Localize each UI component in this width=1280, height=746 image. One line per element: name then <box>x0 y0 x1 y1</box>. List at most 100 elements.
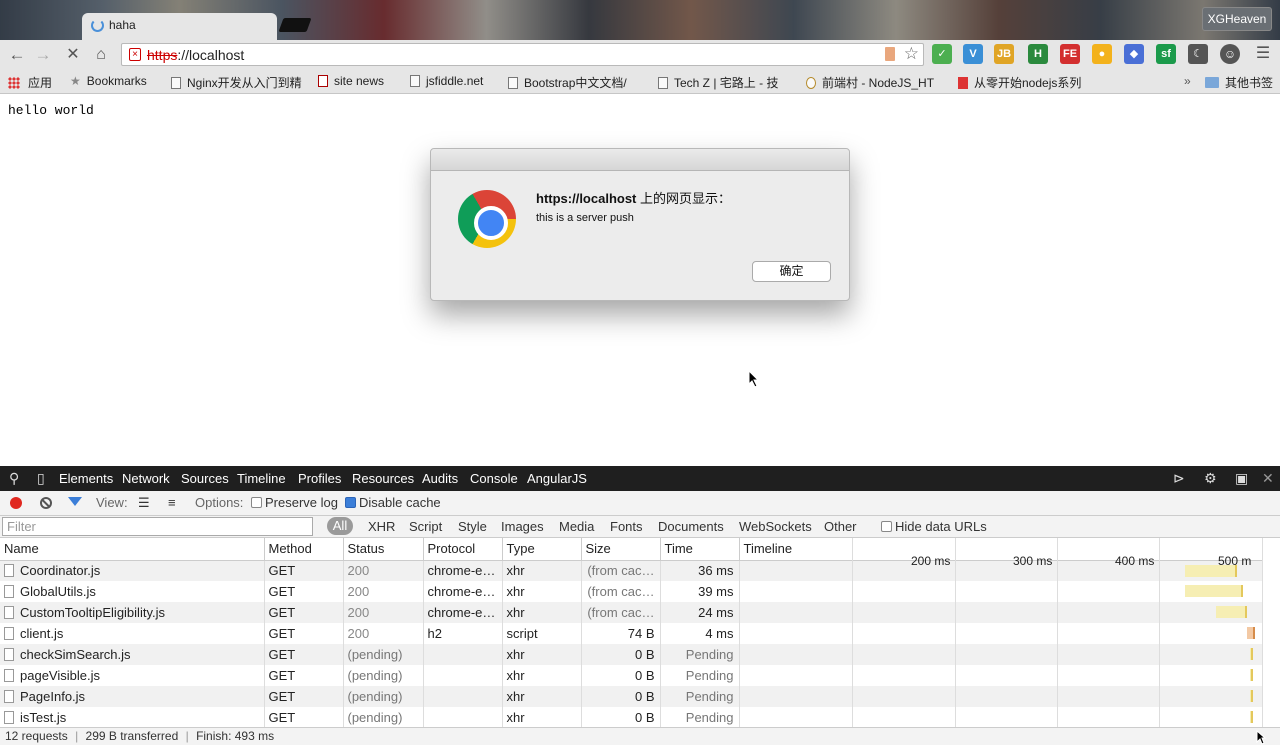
bookmark-apps[interactable]: 应用 <box>8 74 52 91</box>
forward-arrow-icon[interactable]: → <box>32 44 54 66</box>
dock-side-icon[interactable]: ▣ <box>1235 470 1248 487</box>
bookmark-nginx[interactable]: Nginx开发从入门到精 <box>171 74 302 91</box>
request-name: checkSimSearch.js <box>0 644 265 665</box>
request-method: GET <box>264 623 344 644</box>
table-row[interactable]: client.js GET 200 h2 script 74 B4 ms <box>0 623 1263 644</box>
ext-pear-icon[interactable]: ● <box>1092 44 1112 64</box>
gear-icon[interactable]: ⚙ <box>1204 470 1217 487</box>
avatar-bot-icon[interactable]: ☺ <box>1220 44 1240 64</box>
bookmarks-overflow-button[interactable]: » <box>1184 74 1191 88</box>
stop-icon[interactable]: ✕ <box>62 44 84 66</box>
request-timeline <box>739 581 1263 602</box>
filter-fonts[interactable]: Fonts <box>610 519 643 534</box>
bookmark-bootstrap[interactable]: Bootstrap中文文档/ <box>508 74 627 91</box>
column-header-name[interactable]: Name <box>0 538 265 561</box>
checkbox-checked-icon <box>345 497 356 508</box>
preserve-log-checkbox[interactable]: Preserve log <box>251 495 338 510</box>
filter-input[interactable]: Filter <box>2 517 313 536</box>
filter-media[interactable]: Media <box>559 519 594 534</box>
ext-h-icon[interactable]: H <box>1028 44 1048 64</box>
record-icon[interactable] <box>10 497 22 509</box>
ext-jb-icon[interactable]: JB <box>994 44 1014 64</box>
bookmark-qianduancun[interactable]: 前端村 - NodeJS_HT <box>806 74 934 91</box>
request-protocol <box>423 665 503 686</box>
filter-xhr[interactable]: XHR <box>368 519 395 534</box>
column-header-timeline[interactable]: Timeline <box>739 538 1263 561</box>
back-arrow-icon[interactable]: ← <box>6 44 28 66</box>
request-timeline <box>739 602 1263 623</box>
clear-icon[interactable] <box>40 497 52 509</box>
tab-resources[interactable]: Resources <box>352 471 414 486</box>
address-bar[interactable]: × https://localhost ☆ <box>121 43 924 66</box>
bookmark-site-news[interactable]: site news <box>318 74 384 88</box>
column-header-size[interactable]: Size <box>581 538 661 561</box>
filter-funnel-icon[interactable] <box>68 497 82 506</box>
tab-sources[interactable]: Sources <box>181 471 229 486</box>
tab-timeline[interactable]: Timeline <box>237 471 286 486</box>
filter-images[interactable]: Images <box>501 519 544 534</box>
home-icon[interactable]: ⌂ <box>90 44 112 66</box>
filter-websockets[interactable]: WebSockets <box>739 519 812 534</box>
profile-button[interactable]: XGHeaven <box>1202 7 1272 31</box>
ext-moon-icon[interactable]: ☾ <box>1188 44 1208 64</box>
bookmark-star-icon[interactable]: ☆ <box>904 44 919 64</box>
request-protocol: h2 <box>423 623 503 644</box>
html5-icon[interactable] <box>885 47 895 61</box>
tab-angularjs[interactable]: AngularJS <box>527 471 587 486</box>
table-scrollbar[interactable] <box>1262 538 1280 727</box>
ext-tool-icon[interactable]: ◆ <box>1124 44 1144 64</box>
request-protocol: chrome-e… <box>423 602 503 623</box>
table-row[interactable]: Coordinator.js GET 200 chrome-e… xhr (from ca… <box>0 560 1263 581</box>
request-method: GET <box>264 560 344 581</box>
tab-profiles[interactable]: Profiles <box>298 471 341 486</box>
timeline-gridline <box>852 538 853 728</box>
browser-tab[interactable]: haha <box>82 13 277 40</box>
column-header-time[interactable]: Time <box>660 538 740 561</box>
ext-fe-icon[interactable]: FE <box>1060 44 1080 64</box>
table-row[interactable]: GlobalUtils.js GET 200 chrome-e… xhr (from ca… <box>0 581 1263 602</box>
tab-elements[interactable]: Elements <box>59 471 113 486</box>
new-tab-button[interactable] <box>278 18 312 32</box>
device-mode-icon[interactable]: ▯ <box>37 470 45 487</box>
request-protocol: chrome-e… <box>423 581 503 602</box>
filter-all[interactable]: All <box>327 517 353 535</box>
bookmark-bookmarks[interactable]: ★ Bookmarks <box>70 74 147 88</box>
column-header-status[interactable]: Status <box>343 538 424 561</box>
close-icon[interactable]: ✕ <box>1262 470 1274 487</box>
table-row[interactable]: CustomTooltipEligibility.js GET 200 chrome-… <box>0 602 1263 623</box>
large-rows-icon[interactable]: ☰ <box>138 495 150 511</box>
ok-button[interactable]: 确定 <box>752 261 831 282</box>
disable-cache-checkbox[interactable]: Disable cache <box>345 495 441 510</box>
ext-sf-icon[interactable]: sf <box>1156 44 1176 64</box>
table-row[interactable]: pageVisible.js GET (pending) xhr 0 B Pending <box>0 665 1263 686</box>
hide-data-urls-checkbox[interactable]: Hide data URLs <box>881 519 987 534</box>
bookmark-techz[interactable]: Tech Z | 宅路上 - 技 <box>658 74 778 91</box>
bookmark-other-folder[interactable]: 其他书签 <box>1205 74 1273 91</box>
file-icon <box>4 606 14 619</box>
request-type: xhr <box>502 644 582 665</box>
timeline-bar <box>1215 606 1247 618</box>
tab-console[interactable]: Console <box>470 471 518 486</box>
bookmark-jsfiddle[interactable]: jsfiddle.net <box>410 74 483 88</box>
column-header-type[interactable]: Type <box>502 538 582 561</box>
bookmark-nodejs-series[interactable]: 从零开始nodejs系列 <box>958 74 1081 91</box>
ext-v-icon[interactable]: V <box>963 44 983 64</box>
tab-audits[interactable]: Audits <box>422 471 458 486</box>
column-header-protocol[interactable]: Protocol <box>423 538 503 561</box>
console-drawer-icon[interactable]: ⊳ <box>1173 470 1185 487</box>
ext-check-icon[interactable]: ✓ <box>932 44 952 64</box>
table-row[interactable]: PageInfo.js GET (pending) xhr 0 B Pending <box>0 686 1263 707</box>
inspect-search-icon[interactable]: ⚲ <box>9 470 19 487</box>
tab-network[interactable]: Network <box>122 471 170 486</box>
overview-icon[interactable]: ≡ <box>168 495 176 510</box>
filter-other[interactable]: Other <box>824 519 857 534</box>
filter-script[interactable]: Script <box>409 519 442 534</box>
menu-icon[interactable]: ☰ <box>1252 43 1274 65</box>
request-size: 74 B <box>581 623 661 644</box>
request-count: 12 requests <box>5 729 68 743</box>
column-header-method[interactable]: Method <box>264 538 344 561</box>
table-row[interactable]: isTest.js GET (pending) xhr 0 B Pending <box>0 707 1263 728</box>
filter-style[interactable]: Style <box>458 519 487 534</box>
table-row[interactable]: checkSimSearch.js GET (pending) xhr 0 B Pendi… <box>0 644 1263 665</box>
filter-documents[interactable]: Documents <box>658 519 724 534</box>
